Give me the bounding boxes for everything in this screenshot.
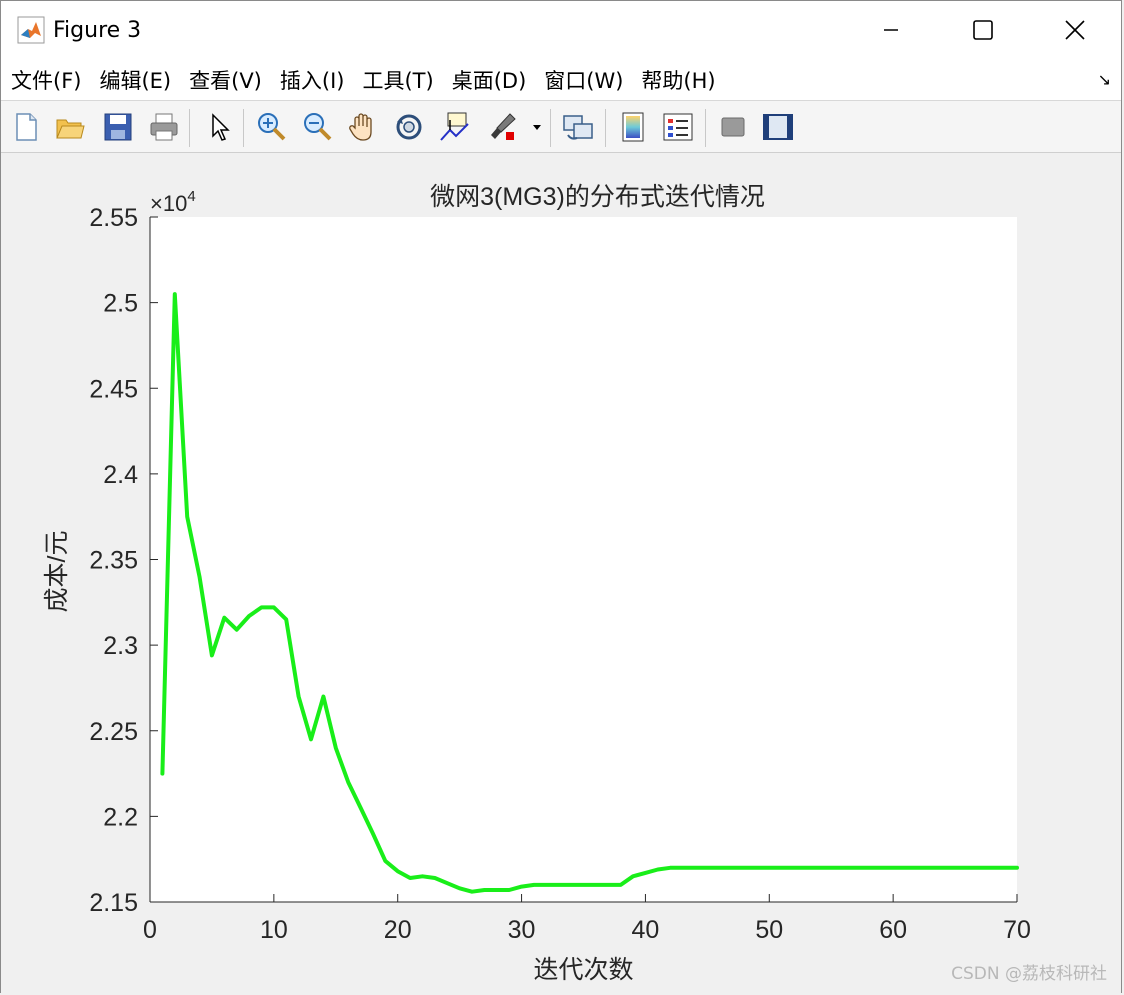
new-figure-button[interactable] — [9, 110, 43, 144]
select-arrow-icon — [212, 113, 230, 141]
x-tick-label: 60 — [879, 916, 907, 944]
y-tick-label: 2.4 — [103, 461, 138, 489]
hide-plot-tools-icon — [721, 117, 745, 137]
zoom-out-icon — [304, 113, 332, 141]
hide-plot-tools-button[interactable] — [716, 110, 750, 144]
toolbar-separator — [705, 109, 706, 147]
show-plot-tools-button[interactable] — [761, 110, 795, 144]
exponent-power: 4 — [187, 188, 195, 205]
menu-help[interactable]: 帮助(H) — [632, 65, 724, 95]
zoom-out-button[interactable] — [300, 110, 334, 144]
close-icon — [1065, 20, 1085, 40]
data-cursor-button[interactable] — [438, 110, 472, 144]
menu-desktop[interactable]: 桌面(D) — [443, 65, 536, 95]
menu-edit[interactable]: 编辑(E) — [90, 65, 180, 95]
figure-toolbar — [1, 101, 1121, 153]
y-tick-label: 2.15 — [89, 889, 138, 917]
y-tick-label: 2.2 — [103, 803, 138, 831]
colorbar-icon — [622, 112, 644, 142]
save-button[interactable] — [101, 110, 135, 144]
x-axis-label: 迭代次数 — [533, 956, 633, 984]
y-tick-label: 2.55 — [89, 204, 138, 232]
menu-tools[interactable]: 工具(T) — [353, 65, 442, 95]
chart-title: 微网3(MG3)的分布式迭代情况 — [430, 183, 765, 211]
edit-plot-button[interactable] — [203, 110, 237, 144]
x-tick-label: 20 — [384, 916, 412, 944]
title-bar[interactable]: Figure 3 — [1, 1, 1121, 59]
y-tick-label: 2.5 — [103, 290, 138, 318]
show-plot-tools-icon — [763, 114, 793, 140]
minimize-button[interactable] — [845, 1, 937, 59]
y-tick-label: 2.3 — [103, 632, 138, 660]
menu-file[interactable]: 文件(F) — [1, 65, 90, 95]
window-title: Figure 3 — [53, 17, 142, 43]
x-tick-label: 50 — [755, 916, 783, 944]
watermark: CSDN @荔枝科研社 — [951, 964, 1107, 984]
close-button[interactable] — [1029, 1, 1121, 59]
pan-button[interactable] — [346, 110, 380, 144]
legend-icon — [663, 113, 693, 141]
x-tick-label: 10 — [260, 916, 288, 944]
zoom-in-button[interactable] — [254, 110, 288, 144]
menu-window[interactable]: 窗口(W) — [535, 65, 632, 95]
figure-canvas[interactable]: 0 10 20 30 40 50 60 70 2.15 2.2 2.25 2.3 2.35 2.4 2.45… — [1, 153, 1121, 994]
toolbar-separator — [605, 109, 606, 147]
x-tick-label: 40 — [632, 916, 660, 944]
toolbar-separator — [550, 109, 551, 147]
axes-background[interactable] — [150, 217, 1017, 902]
y-axis-exponent: ×104 — [150, 188, 196, 216]
pan-hand-icon — [349, 113, 372, 141]
dock-arrow-icon[interactable]: ↘ — [1098, 70, 1111, 89]
menu-insert[interactable]: 插入(I) — [271, 65, 354, 95]
zoom-in-icon — [258, 113, 286, 141]
menu-bar: 文件(F) 编辑(E) 查看(V) 插入(I) 工具(T) 桌面(D) 窗口(W… — [1, 59, 1121, 101]
link-plot-icon — [563, 115, 593, 140]
new-figure-icon — [16, 113, 37, 141]
open-file-icon — [56, 119, 85, 139]
rotate-button[interactable] — [392, 110, 426, 144]
matlab-logo-icon — [17, 16, 45, 44]
x-tick-label: 70 — [1003, 916, 1031, 944]
minimize-icon — [884, 29, 898, 31]
maximize-button[interactable] — [937, 1, 1029, 59]
save-icon — [104, 113, 132, 141]
figure-window: Figure 3 文件(F) 编辑(E) 查看(V) 插入(I) 工具(T) 桌… — [0, 0, 1122, 994]
window-controls — [845, 1, 1121, 59]
y-tick-label: 2.25 — [89, 718, 138, 746]
y-tick-label: 2.35 — [89, 547, 138, 575]
link-plot-button[interactable] — [561, 110, 595, 144]
x-tick-label: 30 — [508, 916, 536, 944]
y-tick-label: 2.45 — [89, 375, 138, 403]
x-tick-label: 0 — [143, 916, 157, 944]
y-axis-label: 成本/元 — [43, 531, 71, 613]
rotate-3d-icon — [396, 114, 422, 140]
menu-view[interactable]: 查看(V) — [180, 65, 271, 95]
data-cursor-icon — [440, 112, 469, 141]
open-file-button[interactable] — [53, 110, 87, 144]
toolbar-separator — [189, 109, 190, 147]
brush-icon — [491, 113, 516, 140]
legend-button[interactable] — [661, 110, 695, 144]
toolbar-separator — [243, 109, 244, 147]
maximize-icon — [973, 20, 993, 40]
plot-svg: 0 10 20 30 40 50 60 70 2.15 2.2 2.25 2.3 2.35 2.4 2.45… — [43, 183, 1031, 984]
brush-button[interactable] — [486, 110, 520, 144]
chevron-down-icon — [533, 125, 541, 130]
print-button[interactable] — [147, 110, 181, 144]
print-icon — [150, 113, 178, 141]
exponent-base: ×10 — [150, 191, 187, 216]
brush-dropdown[interactable] — [529, 110, 545, 144]
colorbar-button[interactable] — [616, 110, 650, 144]
